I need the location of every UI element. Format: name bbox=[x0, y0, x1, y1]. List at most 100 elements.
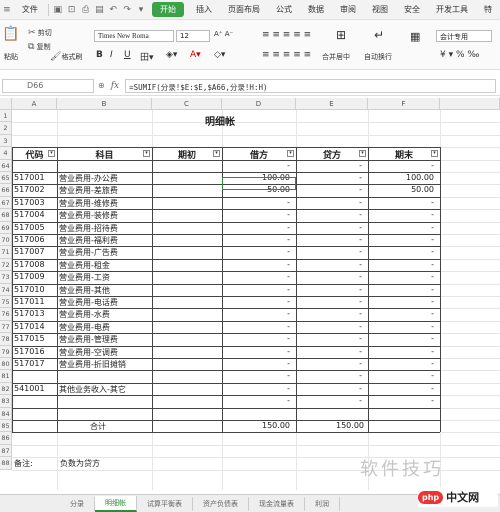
filter-dropdown-icon[interactable]: ▾ bbox=[213, 150, 220, 158]
tab-developer[interactable]: 开发工具 bbox=[428, 4, 476, 15]
cell-credit[interactable]: - bbox=[298, 334, 362, 343]
tab-page-layout[interactable]: 页面布局 bbox=[220, 4, 268, 15]
cell-debit[interactable]: - bbox=[224, 272, 290, 281]
cell-debit[interactable]: - bbox=[224, 334, 290, 343]
cell-end[interactable]: - bbox=[370, 223, 434, 232]
cell-end[interactable]: - bbox=[370, 309, 434, 318]
row-number[interactable]: 83 bbox=[0, 395, 12, 408]
cell-credit[interactable]: - bbox=[298, 384, 362, 393]
cell-credit[interactable]: - bbox=[298, 210, 362, 219]
row-number[interactable]: 78 bbox=[0, 333, 12, 346]
merge-center-icon[interactable]: ⊞ bbox=[336, 28, 346, 42]
cell-debit[interactable]: - bbox=[224, 285, 290, 294]
cell-end[interactable]: - bbox=[370, 334, 434, 343]
dash-cell[interactable]: - bbox=[222, 161, 290, 170]
cell-code[interactable]: 517004 bbox=[14, 210, 51, 219]
cell-code[interactable]: 517003 bbox=[14, 198, 51, 207]
cell-subject[interactable]: 营业费用-其他 bbox=[59, 285, 146, 296]
cell-subject[interactable]: 营业费用-广告费 bbox=[59, 247, 146, 258]
tab-formulas[interactable]: 公式 bbox=[268, 4, 300, 15]
cell-credit[interactable]: - bbox=[298, 272, 362, 281]
print-icon[interactable]: ⎙ bbox=[81, 5, 91, 15]
cell-code[interactable]: 517013 bbox=[14, 309, 51, 318]
cell-subject[interactable]: 营业费用-差旅费 bbox=[59, 185, 146, 196]
grow-font-icon[interactable]: A⁺ A⁻ bbox=[214, 30, 233, 38]
sheet-tab-cashflow[interactable]: 现金流量表 bbox=[249, 496, 305, 511]
sheet-tab-trial-balance[interactable]: 试算平衡表 bbox=[137, 496, 193, 511]
col-header-e[interactable]: E bbox=[296, 98, 368, 110]
cell-end[interactable]: - bbox=[370, 371, 434, 380]
cell-debit[interactable]: - bbox=[224, 297, 290, 306]
print-preview-icon[interactable]: ▤ bbox=[94, 5, 104, 15]
cell-end[interactable]: - bbox=[370, 359, 434, 368]
cell-code[interactable]: 517014 bbox=[14, 322, 51, 331]
cell-credit[interactable]: - bbox=[298, 198, 362, 207]
cell-end[interactable]: - bbox=[370, 396, 434, 405]
cell-end[interactable]: - bbox=[370, 210, 434, 219]
formula-input[interactable]: =SUMIF(分录!$E:$E,$A66,分录!H:H) bbox=[125, 78, 496, 93]
row-number[interactable]: 70 bbox=[0, 234, 12, 247]
row-number[interactable]: 1 bbox=[0, 110, 12, 123]
cell-subject[interactable]: 营业费用-空调费 bbox=[59, 347, 146, 358]
sheet-tab-ledger[interactable]: 明细帐 bbox=[95, 495, 137, 512]
cell-credit[interactable]: - bbox=[298, 359, 362, 368]
fx-icon[interactable]: fx bbox=[111, 81, 119, 91]
cell-code[interactable]: 517006 bbox=[14, 235, 51, 244]
row-number[interactable]: 81 bbox=[0, 370, 12, 383]
cell-code[interactable]: 517015 bbox=[14, 334, 51, 343]
col-header-f[interactable]: F bbox=[368, 98, 440, 110]
sheet-tab-balance-sheet[interactable]: 资产负债表 bbox=[193, 496, 249, 511]
cell-debit[interactable]: - bbox=[224, 198, 290, 207]
row-number[interactable]: 82 bbox=[0, 382, 12, 396]
cell-subject[interactable]: 营业费用-办公费 bbox=[59, 173, 146, 184]
row-number[interactable]: 86 bbox=[0, 432, 12, 445]
cell-credit[interactable]: - bbox=[298, 322, 362, 331]
paste-button[interactable]: 粘贴 bbox=[4, 52, 18, 62]
cell-credit[interactable]: - bbox=[298, 297, 362, 306]
col-header-a[interactable]: A bbox=[12, 98, 57, 110]
italic-icon[interactable]: I bbox=[110, 50, 113, 60]
tab-special[interactable]: 特 bbox=[476, 4, 500, 15]
cell-code[interactable]: 517002 bbox=[14, 185, 51, 194]
cell-subject[interactable]: 营业费用-管理费 bbox=[59, 334, 146, 345]
align-top-icon[interactable]: ≡ ≡ ≡ ≡ ≡ bbox=[262, 30, 311, 40]
row-number[interactable]: 88 bbox=[0, 457, 12, 470]
cell-credit[interactable]: - bbox=[298, 247, 362, 256]
bold-icon[interactable]: B bbox=[96, 50, 103, 60]
cell-credit[interactable]: - bbox=[298, 371, 362, 380]
border-icon[interactable]: 田▾ bbox=[140, 50, 154, 63]
cell-subject[interactable]: 营业费用-工资 bbox=[59, 272, 146, 283]
cell-subject[interactable]: 营业费用-电话费 bbox=[59, 297, 146, 308]
row-number[interactable]: 77 bbox=[0, 320, 12, 334]
sheet-tab-profit[interactable]: 利润 bbox=[305, 496, 340, 511]
cell-debit[interactable]: - bbox=[224, 359, 290, 368]
number-format-icon[interactable]: ▦ bbox=[410, 30, 420, 43]
row-number[interactable]: 85 bbox=[0, 420, 12, 433]
merge-center-button[interactable]: 合并居中 bbox=[322, 52, 350, 62]
cell-code[interactable]: 517016 bbox=[14, 347, 51, 356]
tab-data[interactable]: 数据 bbox=[300, 4, 332, 15]
cell-credit[interactable]: - bbox=[298, 223, 362, 232]
tab-insert[interactable]: 插入 bbox=[188, 4, 220, 15]
cell-credit[interactable]: - bbox=[298, 235, 362, 244]
row-number[interactable]: 76 bbox=[0, 308, 12, 321]
cell-subject[interactable]: 营业费用-招待费 bbox=[59, 223, 146, 234]
hamburger-icon[interactable]: ≡ bbox=[2, 5, 12, 15]
name-box[interactable]: D66 bbox=[2, 78, 94, 93]
cell-end[interactable]: - bbox=[370, 297, 434, 306]
copy-button[interactable]: ⧉ 复制 bbox=[28, 42, 51, 52]
row-number[interactable]: 65 bbox=[0, 172, 12, 185]
select-all-corner[interactable] bbox=[0, 98, 12, 110]
underline-icon[interactable]: U bbox=[124, 50, 131, 60]
font-color-icon[interactable]: A▾ bbox=[190, 50, 201, 60]
cell-credit[interactable]: - bbox=[298, 309, 362, 318]
row-number[interactable]: 71 bbox=[0, 246, 12, 259]
row-number[interactable]: 75 bbox=[0, 296, 12, 309]
cell-code[interactable]: 517008 bbox=[14, 260, 51, 269]
col-header-d[interactable]: D bbox=[222, 98, 296, 110]
clear-format-icon[interactable]: ◇▾ bbox=[214, 50, 225, 60]
sheet-tab-entries[interactable]: 分录 bbox=[60, 496, 95, 511]
row-number[interactable]: 87 bbox=[0, 444, 12, 458]
filter-dropdown-icon[interactable]: ▾ bbox=[48, 150, 55, 158]
filter-dropdown-icon[interactable]: ▾ bbox=[359, 150, 366, 158]
